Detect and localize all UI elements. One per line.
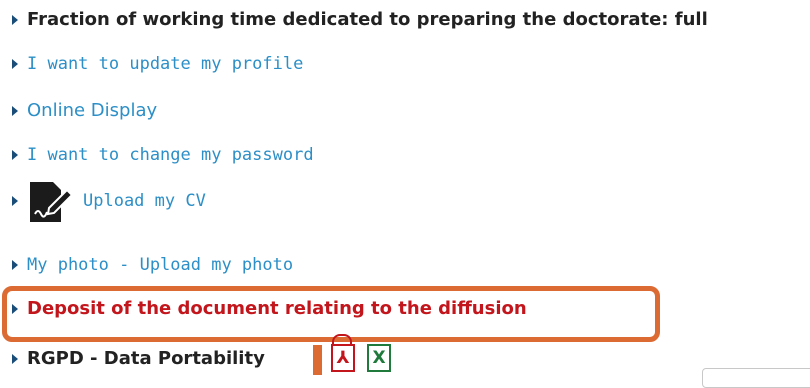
pdf-file-icon[interactable]: ⅄ [331,344,355,372]
online-display-item[interactable]: Online Display [12,100,157,121]
triangle-right-icon [12,105,18,116]
upload-cv-item[interactable]: Upload my CV [12,178,206,224]
change-password-link[interactable]: I want to change my password [27,145,314,165]
highlight-marker-bar [313,345,322,375]
deposit-document-link[interactable]: Deposit of the document relating to the … [27,298,527,319]
my-photo-link[interactable]: My photo - Upload my photo [27,255,293,275]
my-photo-item[interactable]: My photo - Upload my photo [12,255,293,275]
online-display-link[interactable]: Online Display [27,100,157,121]
triangle-right-icon [12,260,18,270]
excel-file-icon[interactable]: X [367,344,391,372]
fraction-of-working-time-label: Fraction of working time dedicated to pr… [27,9,708,30]
fraction-of-working-time-item: Fraction of working time dedicated to pr… [12,9,708,30]
update-profile-link[interactable]: I want to update my profile [27,54,303,74]
triangle-right-icon [12,59,18,69]
corner-input-box[interactable] [702,368,810,388]
triangle-right-icon [12,14,18,25]
upload-cv-link[interactable]: Upload my CV [83,191,206,211]
document-edit-icon[interactable] [27,178,73,224]
change-password-item[interactable]: I want to change my password [12,145,314,165]
triangle-right-icon [12,353,18,364]
triangle-right-icon [12,150,18,160]
update-profile-item[interactable]: I want to update my profile [12,54,303,74]
triangle-right-icon [12,303,18,314]
deposit-document-item[interactable]: Deposit of the document relating to the … [12,298,527,319]
triangle-right-icon [12,196,18,206]
rgpd-data-portability-item: RGPD - Data Portability [12,348,265,369]
rgpd-data-portability-label: RGPD - Data Portability [27,348,265,369]
